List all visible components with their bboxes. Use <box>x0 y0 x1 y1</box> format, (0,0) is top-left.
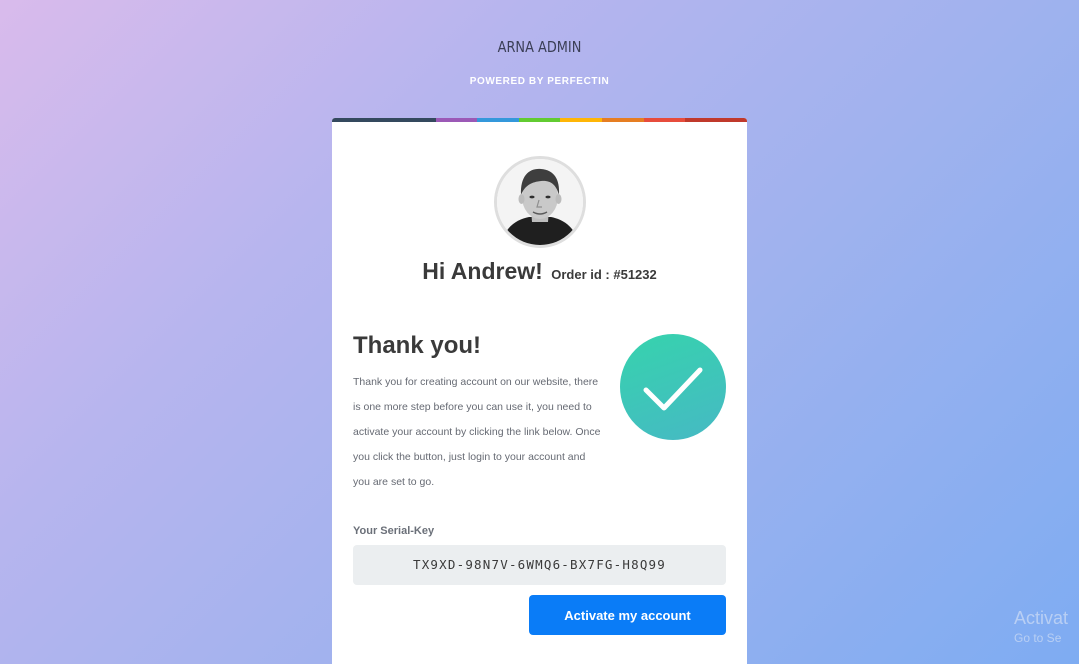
brand-title: ARNA ADMIN <box>497 38 582 56</box>
user-avatar <box>494 156 586 248</box>
serial-key-value[interactable]: TX9XD-98N7V-6WMQ6-BX7FG-H8Q99 <box>353 545 726 585</box>
strip-segment <box>685 118 747 122</box>
strip-segment <box>332 118 436 122</box>
watermark-title: Activat <box>1014 608 1069 628</box>
greeting-line: Hi Andrew! Order id : #51232 <box>332 258 747 285</box>
activate-account-button[interactable]: Activate my account <box>529 595 726 635</box>
activation-card: Hi Andrew! Order id : #51232 Thank you! … <box>332 118 747 664</box>
watermark-subtitle: Go to Se <box>1014 631 1062 645</box>
strip-segment <box>519 118 560 122</box>
success-badge <box>620 334 726 440</box>
greeting-text: Hi Andrew! <box>422 258 543 284</box>
user-avatar-photo-icon <box>497 159 583 245</box>
strip-segment <box>436 118 477 122</box>
check-icon <box>643 367 703 411</box>
thank-you-title: Thank you! <box>353 332 482 359</box>
strip-segment <box>602 118 644 122</box>
powered-by-text: POWERED BY PERFECTIN <box>469 76 610 87</box>
order-id: Order id : #51232 <box>551 267 657 282</box>
activation-message: Thank you for creating account on our we… <box>353 376 601 488</box>
os-activation-watermark: Activat Go to Se <box>1014 607 1079 647</box>
strip-segment <box>477 118 519 122</box>
serial-key-label: Your Serial-Key <box>353 525 435 537</box>
top-color-strip <box>332 118 747 122</box>
strip-segment <box>644 118 685 122</box>
strip-segment <box>560 118 602 122</box>
